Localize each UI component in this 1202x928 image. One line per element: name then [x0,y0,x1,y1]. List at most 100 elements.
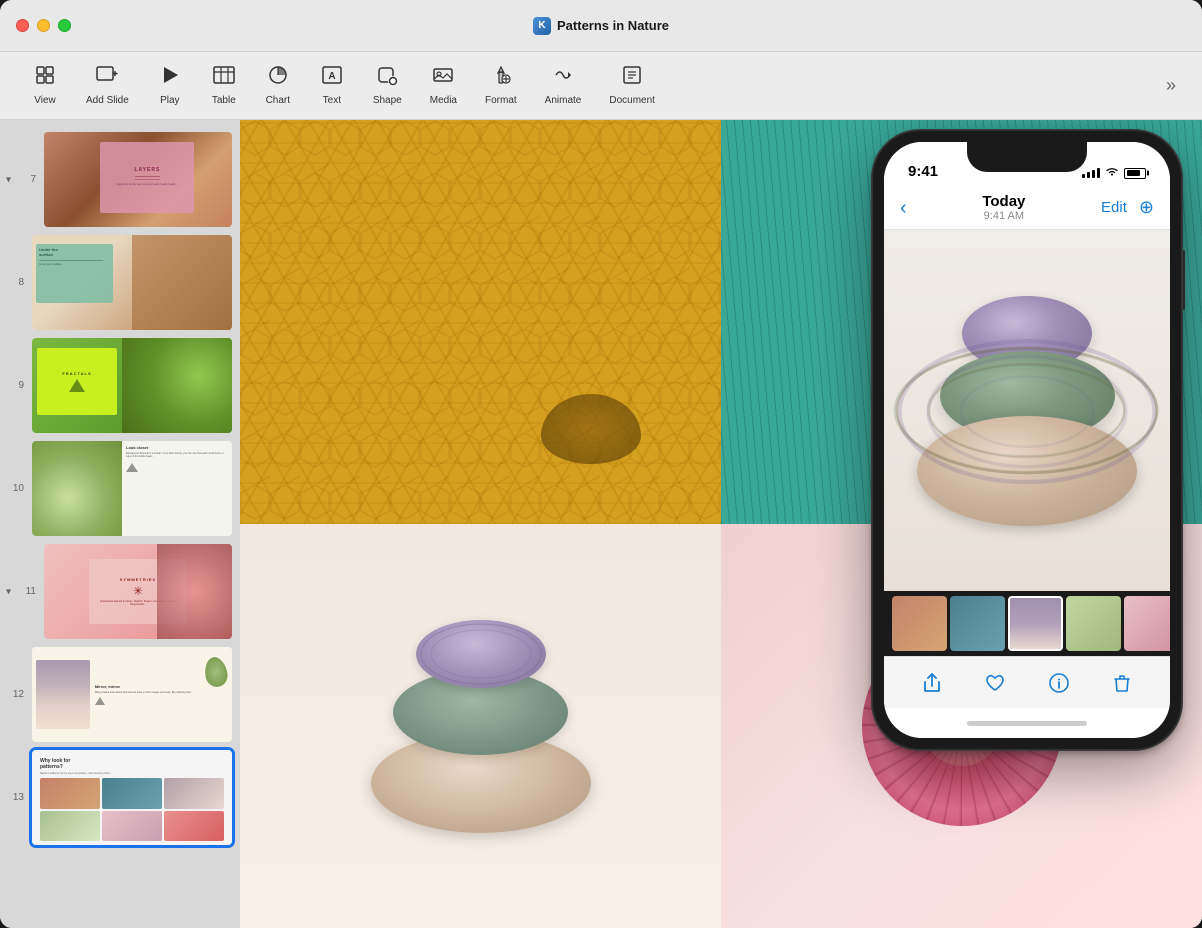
maximize-button[interactable] [58,19,71,32]
slide-item-8[interactable]: 8 Under thesurface Go to, go to surface.… [0,231,240,334]
keynote-window: K Patterns in Nature View [0,0,1202,928]
chart-button[interactable]: Chart [253,59,303,112]
document-label: Document [609,95,655,106]
home-bar [967,721,1087,726]
delete-button[interactable] [1111,672,1133,694]
slide-thumb-10[interactable]: Look closer Romanesco broccoli is a frac… [32,441,232,536]
nav-title: Today 9:41 AM [982,193,1025,222]
more-button[interactable]: ⊕ [1139,197,1154,218]
iphone-bottom-toolbar [884,656,1170,708]
slide-thumb-7[interactable]: LAYERS layers is some text can be really… [44,132,232,227]
iphone-side-button[interactable] [1182,250,1185,310]
shape-button[interactable]: Shape [361,59,414,112]
chart-icon [267,65,289,91]
iphone-screen: 9:41 [884,142,1170,738]
slide-thumb-11[interactable]: SYMMETRIES ✳ Symmetries abound in nature… [44,544,232,639]
shape-label: Shape [373,95,402,106]
document-button[interactable]: Document [597,59,667,112]
signal-bars [1082,168,1100,178]
slide-item-13[interactable]: 13 Why look forpatterns? Nature's patter… [0,746,240,849]
iphone-urchin-bot [917,416,1137,526]
more-tools-button[interactable]: » [1160,69,1182,102]
strip-thumb-3[interactable] [1008,596,1063,651]
status-icons [1082,166,1146,180]
view-button[interactable]: View [20,59,70,112]
format-icon [490,65,512,91]
iphone-status-bar: 9:41 [884,142,1170,186]
edit-button[interactable]: Edit [1101,199,1127,216]
iphone-body: 9:41 [872,130,1182,750]
slide-number-12: 12 [8,689,24,700]
add-slide-label: Add Slide [86,95,129,106]
status-time: 9:41 [908,163,938,180]
signal-bar-4 [1097,168,1100,178]
urchin-stack-container [371,524,591,928]
view-icon [35,65,55,91]
nav-actions: Edit ⊕ [1101,197,1154,218]
battery-fill [1127,170,1141,176]
info-button[interactable] [1048,672,1070,694]
favorite-button[interactable] [984,672,1006,694]
slide-item-10[interactable]: 10 Look closer Romanesco broccoli is a f… [0,437,240,540]
strip-thumb-4[interactable] [1066,596,1121,651]
strip-thumb-5[interactable] [1124,596,1170,651]
canvas-image-urchin [240,524,721,928]
window-title: K Patterns in Nature [533,17,669,35]
animate-label: Animate [545,95,582,106]
add-slide-button[interactable]: Add Slide [74,59,141,112]
table-button[interactable]: Table [199,59,249,112]
svg-text:A: A [328,71,335,82]
strip-thumb-2[interactable] [950,596,1005,651]
iphone-photo-strip [884,591,1170,656]
slide-item-11[interactable]: 11 SYMMETRIES ✳ Symmetries abound in nat… [0,540,240,643]
iphone-nav-bar: ‹ Today 9:41 AM Edit ⊕ [884,186,1170,230]
canvas-image-bee [240,120,721,524]
slide-number-8: 8 [8,277,24,288]
back-button[interactable]: ‹ [900,198,907,218]
iphone-notch [967,142,1087,172]
iphone-device: 9:41 [872,130,1182,750]
slide-thumb-8[interactable]: Under thesurface Go to, go to surface... [32,235,232,330]
slide-number-11: 11 [20,586,36,597]
urchin-top [416,620,546,688]
iphone-urchin-stack [917,296,1137,526]
animate-icon [552,65,574,91]
wifi-icon [1105,166,1119,180]
minimize-button[interactable] [37,19,50,32]
format-label: Format [485,95,517,106]
close-button[interactable] [16,19,29,32]
table-icon [213,65,235,91]
document-icon [621,65,643,91]
slide-item-9[interactable]: 9 FRACTALS [0,334,240,437]
slide-item-7[interactable]: 7 LAYERS layers is some text can be real… [0,128,240,231]
signal-bar-3 [1092,170,1095,178]
text-button[interactable]: A Text [307,59,357,112]
text-icon: A [321,65,343,91]
strip-thumb-1[interactable] [892,596,947,651]
slide-number-9: 9 [8,380,24,391]
traffic-lights [16,19,71,32]
app-icon: K [533,17,551,35]
slide-canvas: 9:41 [240,120,1202,928]
toolbar: View Add Slide Play [0,52,1202,120]
titlebar: K Patterns in Nature [0,0,1202,52]
table-label: Table [212,95,236,106]
slide-thumb-13[interactable]: Why look forpatterns? Nature's patterns … [32,750,232,845]
slides-panel: ▾ 7 LAYERS layers is some text can be re… [0,120,240,928]
format-button[interactable]: Format [473,59,529,112]
slide-thumb-12[interactable]: Mirror, mirror Many photos and natural p… [32,647,232,742]
slide-number-13: 13 [8,792,24,803]
text-label: Text [323,95,341,106]
media-icon [432,65,454,91]
slide-thumb-9[interactable]: FRACTALS [32,338,232,433]
play-button[interactable]: Play [145,59,195,112]
chart-label: Chart [266,95,290,106]
share-button[interactable] [921,672,943,694]
animate-button[interactable]: Animate [533,59,594,112]
slide-item-12[interactable]: 12 Mirror, mirror Many photos and natura… [0,643,240,746]
nav-time: 9:41 AM [984,210,1024,222]
chevron-left-icon: ‹ [900,198,907,218]
honeycomb-svg [240,120,721,524]
media-button[interactable]: Media [418,59,469,112]
signal-bar-1 [1082,174,1085,178]
